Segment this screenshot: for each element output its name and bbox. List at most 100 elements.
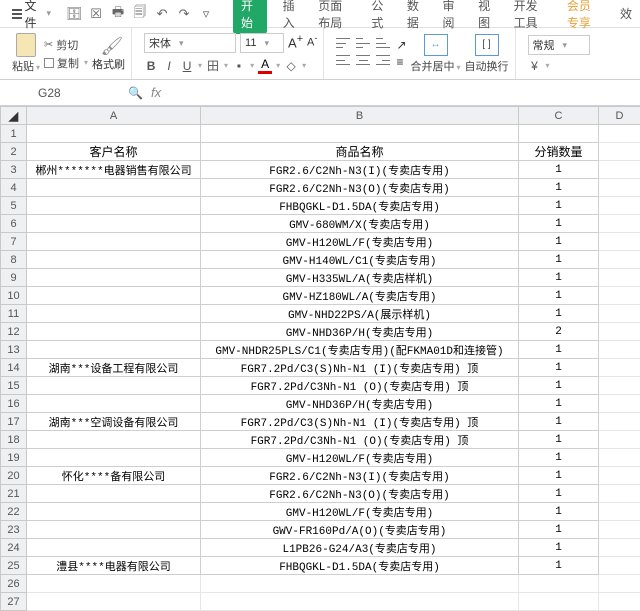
orientation-button[interactable]: ↗ — [396, 38, 406, 52]
currency-button[interactable]: ¥ — [528, 59, 542, 73]
cell-empty[interactable] — [599, 233, 640, 251]
row-header[interactable]: 25 — [1, 557, 27, 575]
redo-icon[interactable]: ↷ — [177, 7, 191, 21]
select-all-corner[interactable]: ◢ — [1, 107, 27, 125]
align-top-icon[interactable] — [336, 38, 350, 48]
cell-customer[interactable] — [27, 215, 201, 233]
row-header[interactable]: 10 — [1, 287, 27, 305]
increase-font-icon[interactable]: A+ — [288, 33, 303, 53]
underline-button[interactable]: U — [180, 59, 194, 73]
cell-qty[interactable]: 1 — [519, 431, 599, 449]
cell-product[interactable]: FGR2.6/C2Nh-N3(I)(专卖店专用) — [201, 467, 519, 485]
cell-qty[interactable]: 2 — [519, 323, 599, 341]
cell-customer[interactable] — [27, 233, 201, 251]
search-icon[interactable]: 🔍 — [128, 86, 143, 100]
cell-qty[interactable]: 1 — [519, 413, 599, 431]
cell-empty[interactable] — [599, 503, 640, 521]
cell-qty[interactable]: 1 — [519, 521, 599, 539]
row-header[interactable]: 5 — [1, 197, 27, 215]
header-customer[interactable]: 客户名称 — [27, 143, 201, 161]
cell-qty[interactable]: 1 — [519, 557, 599, 575]
print-icon[interactable]: 🖶 — [111, 7, 125, 21]
cell-product[interactable]: GMV-H120WL/F(专卖店专用) — [201, 503, 519, 521]
cell-customer[interactable] — [27, 503, 201, 521]
col-header-b[interactable]: B — [201, 107, 519, 125]
row-header[interactable]: 18 — [1, 431, 27, 449]
tab-more[interactable]: 效 — [618, 1, 634, 26]
cell-empty[interactable] — [599, 395, 640, 413]
font-color-button[interactable]: A — [258, 57, 272, 74]
cell-customer[interactable] — [27, 431, 201, 449]
cell-product[interactable]: GWV-FR160Pd/A(O)(专卖店专用) — [201, 521, 519, 539]
cell-customer[interactable] — [27, 305, 201, 323]
cell-qty[interactable]: 1 — [519, 197, 599, 215]
cut-button[interactable]: ✂剪切 — [44, 37, 88, 53]
cell-product[interactable]: FGR2.6/C2Nh-N3(O)(专卖店专用) — [201, 179, 519, 197]
paste-button[interactable]: 粘贴 — [12, 33, 40, 74]
cell-empty[interactable] — [599, 485, 640, 503]
print-preview-icon[interactable]: 🗐 — [133, 7, 147, 21]
cell-empty[interactable] — [599, 305, 640, 323]
cell-empty[interactable] — [599, 521, 640, 539]
row-header[interactable]: 21 — [1, 485, 27, 503]
number-format-select[interactable]: 常规 — [528, 35, 590, 55]
decrease-font-icon[interactable]: A- — [307, 33, 317, 53]
cell-customer[interactable] — [27, 179, 201, 197]
row-header[interactable]: 19 — [1, 449, 27, 467]
indent-button[interactable]: ≡ — [396, 55, 403, 69]
cell-product[interactable]: GMV-H140WL/C1(专卖店专用) — [201, 251, 519, 269]
row-header[interactable]: 16 — [1, 395, 27, 413]
font-name-select[interactable]: 宋体 — [144, 33, 236, 53]
cell-customer[interactable]: 澧县****电器有限公司 — [27, 557, 201, 575]
row-header[interactable]: 15 — [1, 377, 27, 395]
cell-empty[interactable] — [599, 449, 640, 467]
bold-button[interactable]: B — [144, 59, 158, 73]
cell-product[interactable]: FGR7.2Pd/C3Nh-N1 (O)(专卖店专用) 顶 — [201, 431, 519, 449]
cell-product[interactable]: GMV-NHDR25PLS/C1(专卖店专用)(配FKMA01D和连接管) — [201, 341, 519, 359]
cell-product[interactable]: GMV-H120WL/F(专卖店专用) — [201, 449, 519, 467]
cell-customer[interactable] — [27, 521, 201, 539]
cell-empty[interactable] — [599, 413, 640, 431]
merge-center-button[interactable]: ↔ 合并居中 — [411, 34, 461, 74]
row-header[interactable]: 4 — [1, 179, 27, 197]
cell-customer[interactable] — [27, 395, 201, 413]
cell-customer[interactable]: 郴州*******电器销售有限公司 — [27, 161, 201, 179]
cell-qty[interactable]: 1 — [519, 449, 599, 467]
wrap-text-button[interactable]: [ ] 自动换行 — [465, 34, 509, 74]
align-center-icon[interactable] — [356, 55, 370, 65]
cell-product[interactable]: GMV-NHD22PS/A(展示样机) — [201, 305, 519, 323]
row-header[interactable]: 20 — [1, 467, 27, 485]
cell-qty[interactable]: 1 — [519, 179, 599, 197]
cell-product[interactable]: FGR7.2Pd/C3(S)Nh-N1 (I)(专卖店专用) 顶 — [201, 359, 519, 377]
cell-empty[interactable] — [599, 557, 640, 575]
cell-customer[interactable] — [27, 323, 201, 341]
row-header[interactable]: 9 — [1, 269, 27, 287]
dropdown-icon[interactable]: ▿ — [199, 7, 213, 21]
row-header[interactable]: 26 — [1, 575, 27, 593]
font-size-select[interactable]: 11 — [240, 33, 284, 53]
cell-empty[interactable] — [599, 179, 640, 197]
align-middle-icon[interactable] — [356, 38, 370, 48]
header-product[interactable]: 商品名称 — [201, 143, 519, 161]
row-header[interactable]: 22 — [1, 503, 27, 521]
cell-product[interactable]: GMV-HZ180WL/A(专卖店专用) — [201, 287, 519, 305]
col-header-d[interactable]: D — [599, 107, 640, 125]
cell-qty[interactable]: 1 — [519, 161, 599, 179]
cell-product[interactable]: FHBQGKL-D1.5DA(专卖店专用) — [201, 197, 519, 215]
cell-customer[interactable] — [27, 449, 201, 467]
row-header[interactable]: 7 — [1, 233, 27, 251]
row-header[interactable]: 14 — [1, 359, 27, 377]
row-header[interactable]: 6 — [1, 215, 27, 233]
copy-button[interactable]: 复制 — [44, 55, 88, 71]
fill-color-button[interactable]: 🞍 — [232, 58, 246, 73]
cell-qty[interactable]: 1 — [519, 287, 599, 305]
row-header[interactable]: 2 — [1, 143, 27, 161]
cell-customer[interactable]: 怀化****备有限公司 — [27, 467, 201, 485]
cell-customer[interactable] — [27, 485, 201, 503]
cell-qty[interactable]: 1 — [519, 467, 599, 485]
cell-customer[interactable] — [27, 197, 201, 215]
cell-empty[interactable] — [599, 323, 640, 341]
cell-customer[interactable] — [27, 269, 201, 287]
cell-product[interactable]: L1PB26-G24/A3(专卖店专用) — [201, 539, 519, 557]
cell-qty[interactable]: 1 — [519, 359, 599, 377]
